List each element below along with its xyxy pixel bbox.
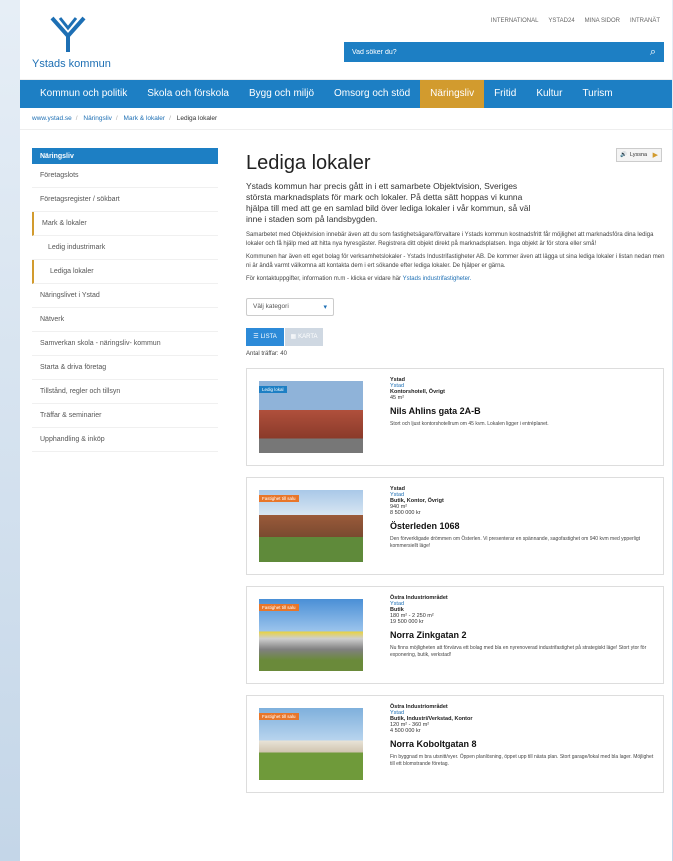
search-input[interactable] — [344, 48, 642, 56]
paragraph-objektvision: Samarbetet med Objektvision innebär även… — [246, 232, 654, 247]
sidebar-item-foretagsregister[interactable]: Företagsregister / sökbart — [32, 188, 218, 212]
list-view-label: LISTA — [260, 333, 277, 340]
play-icon: ▶ — [652, 152, 658, 159]
lead-text: Ystads kommun har precis gått in i ett s… — [246, 181, 531, 224]
result-count: Antal träffar: 40 — [246, 350, 287, 357]
top-links: INTERNATIONAL YSTAD24 MINA SIDOR INTRANÄ… — [491, 18, 660, 24]
main-nav: Kommun och politik Skola och förskola By… — [20, 80, 672, 108]
nav-item-turism[interactable]: Turism — [572, 80, 622, 108]
sidebar-item-natverk[interactable]: Nätverk — [32, 308, 218, 332]
ystad-logo-icon — [50, 16, 86, 52]
sidebar-item-traffar[interactable]: Träffar & seminarier — [32, 404, 218, 428]
top-link-international[interactable]: INTERNATIONAL — [491, 18, 539, 24]
map-view-label: KARTA — [298, 333, 318, 340]
listing-photo[interactable]: Fastighet till salu — [259, 489, 363, 562]
list-view-button[interactable]: ☰ LISTA — [246, 327, 284, 346]
sidebar-header[interactable]: Näringsliv — [32, 148, 218, 164]
listing-info: Ystad Ystad Butik, Kontor, Övrigt 940 m²… — [390, 486, 658, 550]
breadcrumb: www.ystad.se / Näringsliv / Mark & lokaler… — [20, 108, 672, 130]
sidebar-item-mark-lokaler[interactable]: Mark & lokaler — [32, 212, 218, 236]
listing-tag: Fastighet till salu — [259, 712, 299, 720]
listen-button[interactable]: 🔊 Lyssna ▶ — [616, 148, 662, 162]
sidebar-item-ledig-industrimark[interactable]: Ledig industrimark — [32, 236, 218, 260]
listen-label: Lyssna — [629, 152, 648, 158]
listing-description: Fin byggnad m bra utsnitt/vyer. Öppen pl… — [390, 753, 654, 767]
listing-photo[interactable]: Fastighet till salu — [259, 598, 363, 671]
industrifastigheter-link[interactable]: Ystads industrifastigheter. — [403, 276, 472, 282]
listing-info: Ystad Ystad Kontorshotell, Övrigt 45 m² … — [390, 377, 658, 428]
breadcrumb-separator: / — [75, 115, 78, 122]
contact-text: För kontaktuppgifter, information m.m - … — [246, 276, 402, 282]
listing-address[interactable]: Nils Ahlins gata 2A-B — [390, 406, 658, 416]
nav-item-skola[interactable]: Skola och förskola — [137, 80, 239, 108]
page-title: Lediga lokaler — [246, 152, 371, 174]
listing-address[interactable]: Norra Zinkgatan 2 — [390, 630, 658, 640]
nav-item-kommun[interactable]: Kommun och politik — [30, 80, 137, 108]
sidebar: Näringsliv Företagslots Företagsregister… — [32, 148, 218, 452]
listing-info: Östra Industriområdet Ystad Butik 180 m²… — [390, 595, 658, 659]
sidebar-item-starta[interactable]: Starta & driva företag — [32, 356, 218, 380]
breadcrumb-separator: / — [115, 115, 118, 122]
search-bar: ⌕ — [344, 42, 664, 62]
breadcrumb-link[interactable]: Näringsliv — [83, 115, 112, 122]
listing-photo[interactable]: Ledig lokal — [259, 380, 363, 453]
sidebar-item-foretagslots[interactable]: Företagslots — [32, 164, 218, 188]
paragraph-contact: För kontaktuppgifter, information m.m - … — [246, 275, 666, 284]
listing-description: Den förverkligade drömmen om Österlen. V… — [390, 535, 641, 549]
listing-tag: Ledig lokal — [259, 385, 287, 393]
listing-address[interactable]: Norra Koboltgatan 8 — [390, 739, 658, 749]
main-content: 🔊 Lyssna ▶ Lediga lokaler Ystads kommun … — [246, 148, 666, 793]
nav-item-naringsliv[interactable]: Näringsliv — [420, 80, 485, 108]
listing-info: Östra Industriområdet Ystad Butik, Indus… — [390, 704, 658, 768]
breadcrumb-link[interactable]: Mark & lokaler — [124, 115, 166, 122]
nav-item-omsorg[interactable]: Omsorg och stöd — [324, 80, 420, 108]
top-link-mina-sidor[interactable]: MINA SIDOR — [585, 18, 620, 24]
nav-item-fritid[interactable]: Fritid — [484, 80, 526, 108]
nav-item-kultur[interactable]: Kultur — [526, 80, 572, 108]
listing-card[interactable]: Fastighet till salu Östra Industriområde… — [246, 694, 664, 793]
category-select-value: Välj kategori — [253, 303, 289, 310]
listing-card[interactable]: Fastighet till salu Ystad Ystad Butik, K… — [246, 476, 664, 575]
view-toggle: ☰ LISTA ▦ KARTA — [246, 327, 666, 346]
listing-tag: Fastighet till salu — [259, 603, 299, 611]
listing-price: 8 500 000 kr — [390, 509, 421, 516]
sidebar-item-upphandling[interactable]: Upphandling & inköp — [32, 428, 218, 452]
sidebar-item-naringslivet[interactable]: Näringslivet i Ystad — [32, 284, 218, 308]
search-button[interactable]: ⌕ — [642, 42, 664, 62]
map-icon: ▦ — [290, 334, 297, 340]
listing-tag: Fastighet till salu — [259, 494, 299, 502]
breadcrumb-separator: / — [169, 115, 171, 122]
top-link-ystad24[interactable]: YSTAD24 — [548, 18, 574, 24]
listing-description: Stort och ljust kontorshotellrum om 45 k… — [390, 420, 549, 427]
breadcrumb-current: Lediga lokaler — [176, 115, 218, 122]
logo[interactable]: Ystads kommun — [32, 14, 152, 70]
speaker-icon: 🔊 — [620, 152, 627, 158]
listing-price: 4 500 000 kr — [390, 727, 421, 734]
header: Ystads kommun INTERNATIONAL YSTAD24 MINA… — [20, 0, 672, 80]
top-link-intranat[interactable]: INTRANÄT — [630, 18, 660, 24]
sidebar-item-samverkan[interactable]: Samverkan skola - näringsliv- kommun — [32, 332, 218, 356]
listing-size: 45 m² — [390, 394, 405, 401]
nav-item-bygg[interactable]: Bygg och miljö — [239, 80, 324, 108]
listing-address[interactable]: Österleden 1068 — [390, 521, 658, 531]
page: Ystads kommun INTERNATIONAL YSTAD24 MINA… — [20, 0, 672, 861]
map-view-button[interactable]: ▦ KARTA — [285, 327, 323, 346]
listing-price: 19 500 000 kr — [390, 618, 424, 625]
paragraph-industrifastigheter: Kommunen har även ett eget bolag för ver… — [246, 254, 665, 269]
sidebar-item-tillstand[interactable]: Tillstånd, regler och tillsyn — [32, 380, 218, 404]
sidebar-item-lediga-lokaler[interactable]: Lediga lokaler — [32, 260, 218, 284]
listing-photo[interactable]: Fastighet till salu — [259, 707, 363, 780]
search-icon: ⌕ — [649, 45, 657, 58]
listing-description: Nu finns möjligheten att förvärva ett bo… — [390, 644, 647, 658]
chevron-down-icon: ▾ — [323, 303, 327, 311]
breadcrumb-link[interactable]: www.ystad.se — [32, 115, 72, 122]
category-select[interactable]: Välj kategori ▾ — [246, 297, 334, 316]
listing-card[interactable]: Fastighet till salu Östra Industriområde… — [246, 585, 664, 684]
logo-text: Ystads kommun — [32, 58, 111, 70]
list-icon: ☰ — [253, 334, 259, 340]
listing-card[interactable]: Ledig lokal Ystad Ystad Kontorshotell, Ö… — [246, 367, 664, 466]
